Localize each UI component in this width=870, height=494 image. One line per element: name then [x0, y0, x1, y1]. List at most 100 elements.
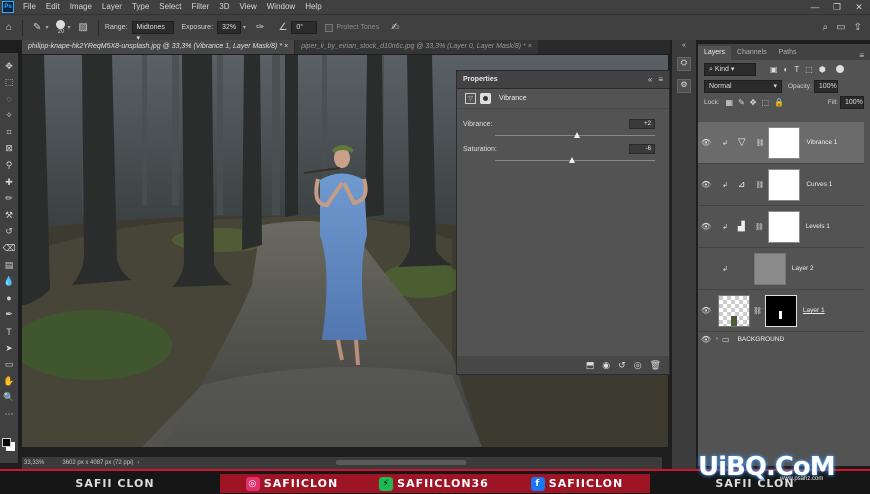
expand-panels-icon[interactable]: « — [672, 42, 696, 49]
collapse-icon[interactable]: « — [648, 75, 652, 84]
brush-tool-icon[interactable]: ✏ — [2, 192, 16, 206]
protect-tones-checkbox[interactable] — [325, 23, 334, 32]
move-tool-icon[interactable]: ✥ — [2, 59, 16, 73]
share-icon[interactable]: ⇪ — [854, 22, 862, 33]
tab-close-icon[interactable]: × — [528, 43, 532, 50]
dodge-tool-icon[interactable]: ● — [2, 291, 16, 305]
tab-document-1[interactable]: philipp-knape-hk2YReqM5X8-unsplash.jpg @… — [22, 40, 295, 54]
saturation-slider-thumb[interactable] — [568, 157, 575, 163]
menu-view[interactable]: View — [235, 0, 262, 14]
layer-vibrance-1[interactable]: 👁 ↲ ▽ ⛓ Vibrance 1 — [698, 122, 864, 164]
delete-icon[interactable]: 🗑 — [650, 360, 661, 371]
hand-tool-icon[interactable]: ✋ — [2, 374, 16, 388]
workspace-icon[interactable]: ▭ — [836, 22, 845, 33]
brush-settings-icon[interactable]: ▨ — [78, 22, 87, 33]
quick-select-tool-icon[interactable]: ✧ — [2, 109, 16, 123]
menu-edit[interactable]: Edit — [41, 0, 65, 14]
lasso-tool-icon[interactable]: ◌ — [2, 92, 16, 106]
menu-filter[interactable]: Filter — [187, 0, 215, 14]
eyedropper-tool-icon[interactable]: ⚲ — [2, 159, 16, 173]
layer-mask-thumbnail[interactable] — [764, 294, 797, 327]
tab-close-icon[interactable]: × — [284, 43, 288, 50]
blend-mode-select[interactable]: Normal ▾ — [704, 79, 782, 93]
tab-paths[interactable]: Paths — [773, 46, 803, 60]
visibility-eye-icon[interactable]: 👁 — [698, 306, 714, 315]
tab-document-2[interactable]: piper_ii_by_eirian_stock_d10n6c.jpg @ 33… — [295, 40, 538, 54]
healing-brush-tool-icon[interactable]: ✚ — [2, 175, 16, 189]
layer-group-background[interactable]: 👁 › ▭ BACKGROUND — [698, 332, 864, 346]
layer-mask-thumbnail[interactable] — [768, 126, 801, 159]
exposure-input[interactable]: 32% — [217, 21, 242, 34]
airbrush-icon[interactable]: ✑ — [256, 22, 264, 33]
saturation-input[interactable]: -6 — [629, 144, 655, 154]
history-panel-icon[interactable]: ⛭ — [677, 57, 691, 71]
menu-select[interactable]: Select — [154, 0, 186, 14]
panel-menu-icon[interactable]: ≡ — [658, 75, 663, 84]
horizontal-scrollbar[interactable] — [336, 460, 466, 465]
menu-3d[interactable]: 3D — [214, 0, 234, 14]
zoom-tool-icon[interactable]: 🔍 — [2, 391, 16, 405]
layer-thumbnail[interactable] — [753, 252, 786, 285]
visibility-icon[interactable]: ◎ — [634, 360, 642, 371]
opacity-input[interactable]: 100% — [813, 79, 838, 93]
minimize-button[interactable]: — — [804, 2, 826, 13]
blur-tool-icon[interactable]: 💧 — [2, 275, 16, 289]
rectangle-tool-icon[interactable]: ▭ — [2, 358, 16, 372]
crop-tool-icon[interactable]: ⌗ — [2, 125, 16, 139]
close-button[interactable]: ✕ — [848, 2, 870, 13]
layer-1[interactable]: 👁 ⛓ Layer 1 — [698, 290, 864, 332]
instagram-handle[interactable]: ◎ SAFIICLON — [220, 474, 364, 493]
layer-mask-thumbnail[interactable] — [768, 168, 801, 201]
type-tool-icon[interactable]: T — [2, 325, 16, 339]
expand-arrow-icon[interactable]: › — [716, 336, 718, 342]
layer-2[interactable]: ↲ Layer 2 — [698, 248, 864, 290]
facebook-handle[interactable]: f SAFIICLON — [504, 474, 650, 493]
layer-thumbnail[interactable] — [718, 294, 750, 327]
tab-channels[interactable]: Channels — [731, 46, 773, 60]
link-icon[interactable]: ⛓ — [755, 181, 764, 189]
visibility-eye-icon[interactable]: 👁 — [698, 138, 714, 147]
vibrance-slider-thumb[interactable] — [573, 132, 580, 138]
brush-preset-picker[interactable]: 20 — [56, 20, 66, 35]
maximize-button[interactable]: ❐ — [826, 2, 848, 13]
saturation-slider-track[interactable] — [495, 160, 655, 161]
vibrance-input[interactable]: +2 — [629, 119, 655, 129]
filter-kind-select[interactable]: ⌕ Kind ▾ — [704, 62, 756, 76]
pen-tool-icon[interactable]: ✒ — [2, 308, 16, 322]
view-previous-icon[interactable]: ◉ — [602, 360, 610, 371]
link-icon[interactable]: ⛓ — [753, 307, 762, 315]
clone-stamp-tool-icon[interactable]: ⚒ — [2, 208, 16, 222]
status-arrow-icon[interactable]: › — [137, 460, 139, 466]
marquee-tool-icon[interactable]: ⬚ — [2, 76, 16, 90]
reset-icon[interactable]: ↺ — [618, 360, 626, 371]
menu-image[interactable]: Image — [65, 0, 97, 14]
visibility-eye-icon[interactable]: 👁 — [698, 335, 714, 344]
menu-layer[interactable]: Layer — [97, 0, 127, 14]
mask-icon[interactable] — [480, 93, 491, 104]
angle-input[interactable]: 0° — [291, 21, 318, 34]
menu-file[interactable]: File — [18, 0, 41, 14]
filter-type-icons[interactable]: ▣◐T⬚⬢ — [770, 65, 832, 74]
pressure-size-icon[interactable]: ✍ — [391, 22, 399, 33]
home-icon[interactable]: ⌂ — [6, 22, 12, 33]
tab-layers[interactable]: Layers — [698, 46, 732, 60]
eraser-tool-icon[interactable]: ⌫ — [2, 242, 16, 256]
search-icon[interactable]: ⌕ — [823, 22, 829, 33]
layer-curves-1[interactable]: 👁 ↲ ⊿ ⛓ Curves 1 — [698, 164, 864, 206]
clip-to-layer-icon[interactable]: ⬒ — [586, 360, 595, 371]
link-icon[interactable]: ⛓ — [756, 139, 765, 147]
path-selection-tool-icon[interactable]: ➤ — [2, 341, 16, 355]
properties-panel-icon[interactable]: ⚙ — [677, 79, 691, 93]
stream-handle[interactable]: ⚡ SAFIICLON36 — [364, 474, 504, 493]
foreground-color-swatch[interactable] — [2, 438, 11, 447]
range-select[interactable]: Midtones ▾ — [131, 21, 174, 42]
lock-icons[interactable]: ▦✎✥⬚🔒 — [726, 98, 789, 107]
gradient-tool-icon[interactable]: ▤ — [2, 258, 16, 272]
more-tools-icon[interactable]: ⋯ — [2, 407, 16, 421]
menu-type[interactable]: Type — [127, 0, 154, 14]
frame-tool-icon[interactable]: ⊠ — [2, 142, 16, 156]
menu-window[interactable]: Window — [262, 0, 300, 14]
visibility-eye-icon[interactable]: 👁 — [698, 180, 714, 189]
layers-menu-icon[interactable]: ≡ — [859, 51, 864, 60]
link-icon[interactable]: ⛓ — [755, 223, 764, 231]
